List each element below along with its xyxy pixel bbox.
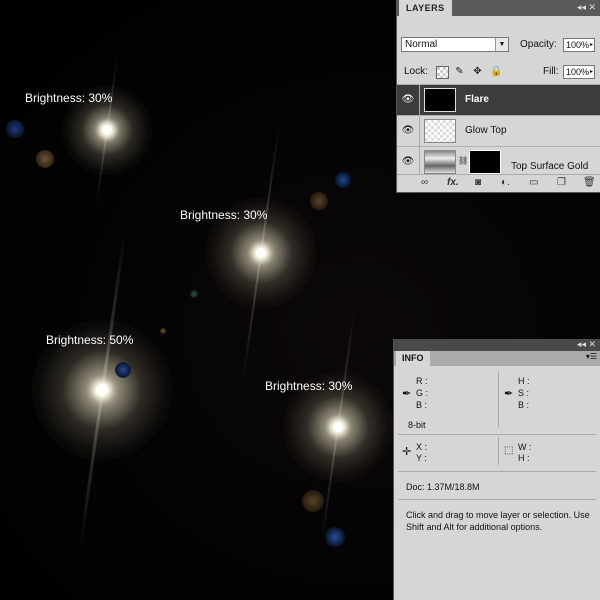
divider xyxy=(419,147,420,174)
divider xyxy=(398,434,596,435)
flare-orb xyxy=(160,328,166,334)
tab-info[interactable]: INFO xyxy=(396,351,430,367)
crosshair-icon: ✛ xyxy=(402,446,412,458)
divider xyxy=(398,499,596,500)
panel-title-bar[interactable]: LAYERS ◂◂ ✕ xyxy=(397,0,600,16)
flare-orb xyxy=(115,362,131,378)
fill-arrow-icon[interactable]: ▸ xyxy=(590,66,593,78)
panel-collapse-icon[interactable]: ◂◂ ✕ xyxy=(577,2,596,13)
brightness-label: Brightness: 30% xyxy=(180,208,268,222)
link-icon: ⛓ xyxy=(458,156,469,165)
divider xyxy=(498,437,499,465)
opacity-input[interactable]: 100% ▸ xyxy=(563,38,595,52)
b-label: B : xyxy=(416,400,428,410)
link-icon[interactable]: ∞ xyxy=(421,177,428,188)
bit-depth: 8-bit xyxy=(408,420,426,430)
w-label: W : xyxy=(518,442,532,452)
layer-thumbnail xyxy=(424,150,456,174)
eye-icon[interactable]: 👁 xyxy=(401,155,415,169)
flare-orb xyxy=(335,172,351,188)
lock-transparent-icon[interactable] xyxy=(436,66,449,79)
lock-image-icon[interactable]: ✎ xyxy=(454,66,465,77)
chevron-down-icon[interactable]: ▼ xyxy=(495,38,508,51)
fill-label: Fill: xyxy=(543,66,559,77)
flare-orb xyxy=(302,490,324,512)
flare-orb xyxy=(36,150,54,168)
flare-orb xyxy=(325,527,345,547)
selection-size-icon: ⬚ xyxy=(504,445,514,456)
layer-name: Top Surface Gold xyxy=(511,161,589,172)
layer-name: Glow Top xyxy=(465,125,507,136)
layers-panel: LAYERS ◂◂ ✕ Normal ▼ Opacity: 100% ▸ Lock… xyxy=(396,0,600,193)
panel-collapse-icon[interactable]: ◂◂ ✕ xyxy=(577,339,596,350)
folder-icon[interactable]: ▭ xyxy=(529,177,538,188)
divider xyxy=(419,116,420,146)
layer-mask-thumbnail xyxy=(469,150,501,174)
brightness-label: Brightness: 30% xyxy=(25,91,113,105)
layer-thumbnail xyxy=(424,88,456,112)
eyedropper-icon[interactable]: ✒ xyxy=(504,387,513,400)
eyedropper-icon[interactable]: ✒ xyxy=(402,387,411,400)
flare-orb xyxy=(310,192,328,210)
panel-menu-icon[interactable]: ▾☰ xyxy=(586,352,597,361)
layer-name: Flare xyxy=(465,94,489,105)
lock-all-icon[interactable]: 🔒 xyxy=(490,66,502,77)
h-label: H : xyxy=(518,376,530,386)
r-label: R : xyxy=(416,376,428,386)
fx-icon[interactable]: fx. xyxy=(447,177,459,188)
brightness-label: Brightness: 50% xyxy=(46,333,134,347)
x-label: X : xyxy=(416,442,428,452)
flare-orb xyxy=(190,290,198,298)
adjustment-icon[interactable]: ◐. xyxy=(501,177,510,188)
lock-label: Lock: xyxy=(404,66,428,77)
opacity-label: Opacity: xyxy=(520,39,557,50)
blend-mode-value: Normal xyxy=(405,39,438,50)
panel-title-bar[interactable]: ◂◂ ✕ xyxy=(394,339,600,351)
opacity-arrow-icon[interactable]: ▸ xyxy=(590,39,593,51)
opacity-value: 100% xyxy=(566,40,590,50)
tab-layers[interactable]: LAYERS xyxy=(399,0,452,16)
blend-mode-select[interactable]: Normal ▼ xyxy=(401,37,509,52)
g-label: G : xyxy=(416,388,429,398)
b-label: B : xyxy=(518,400,530,410)
fill-value: 100% xyxy=(566,67,590,77)
doc-size: Doc: 1.37M/18.8M xyxy=(406,482,480,492)
fill-input[interactable]: 100% ▸ xyxy=(563,65,595,79)
h-label: H : xyxy=(518,453,530,463)
new-layer-icon[interactable]: ❐ xyxy=(557,177,566,188)
layer-row-top-surface-gold[interactable]: 👁 ⛓ Top Surface Gold xyxy=(397,146,600,174)
tool-hint: Click and drag to move layer or selectio… xyxy=(406,510,590,532)
layers-footer: ∞ fx. ◙ ◐. ▭ ❐ 🗑 xyxy=(397,174,600,192)
divider xyxy=(419,85,420,115)
trash-icon[interactable]: 🗑 xyxy=(583,177,596,188)
s-label: S : xyxy=(518,388,530,398)
divider xyxy=(398,471,596,472)
eye-icon[interactable]: 👁 xyxy=(401,124,415,138)
divider xyxy=(498,371,499,427)
layer-row-flare[interactable]: 👁 Flare xyxy=(397,84,600,115)
lock-position-icon[interactable]: ✥ xyxy=(472,66,483,77)
info-panel: ◂◂ ✕ INFO ▾☰ ✒ R : G : B : ✒ H : S : B :… xyxy=(393,339,600,600)
layer-thumbnail xyxy=(424,119,456,143)
brightness-label: Brightness: 30% xyxy=(265,379,353,393)
mask-icon[interactable]: ◙ xyxy=(475,177,481,188)
flare-orb xyxy=(6,120,24,138)
layer-row-glow-top[interactable]: 👁 Glow Top xyxy=(397,115,600,146)
y-label: Y : xyxy=(416,453,427,463)
eye-icon[interactable]: 👁 xyxy=(401,93,415,107)
